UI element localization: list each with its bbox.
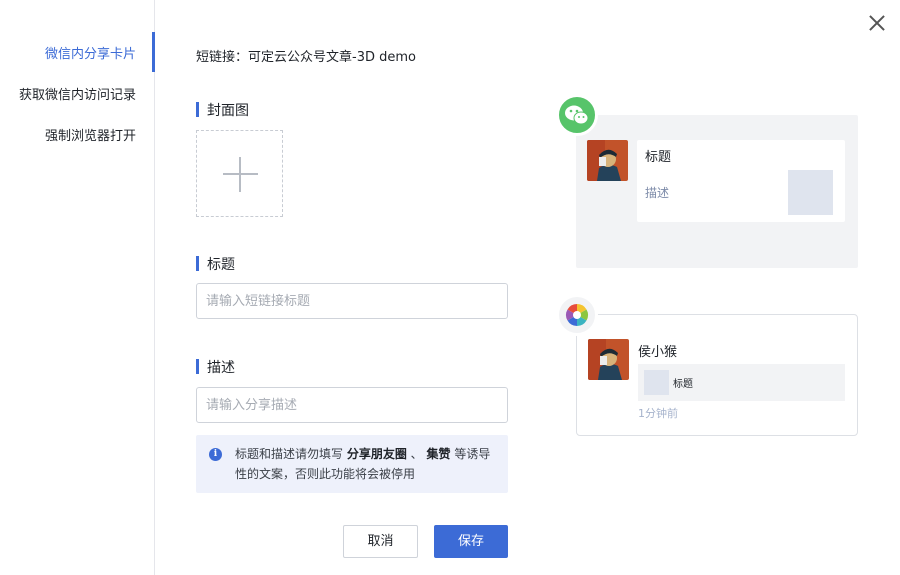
sidebar-item-share-card[interactable]: 微信内分享卡片	[45, 43, 136, 62]
title-section-title: 标题	[196, 254, 235, 274]
wechat-share-bubble: 标题 描述	[637, 140, 845, 222]
cover-upload-button[interactable]	[196, 130, 283, 217]
notice-text: 标题和描述请勿填写 分享朋友圈 、 集赞 等诱导性的文案，否则此功能将会被停用	[235, 444, 497, 484]
notice-box: i 标题和描述请勿填写 分享朋友圈 、 集赞 等诱导性的文案，否则此功能将会被停…	[196, 435, 508, 493]
sidebar-item-visit-records[interactable]: 获取微信内访问记录	[19, 84, 136, 103]
moments-post-time: 1分钟前	[638, 407, 678, 420]
wechat-card-title: 标题	[645, 150, 672, 165]
sidebar-active-indicator	[152, 32, 155, 72]
wechat-card-desc: 描述	[645, 186, 670, 200]
notice-prefix: 标题和描述请勿填写	[235, 447, 347, 461]
plus-icon-vertical	[239, 157, 241, 192]
desc-input[interactable]	[196, 387, 508, 423]
short-link-title: 短链接：可定云公众号文章-3D demo	[196, 50, 416, 65]
wechat-card-thumbnail	[788, 170, 833, 215]
close-icon[interactable]	[866, 12, 888, 34]
moments-link-title: 标题	[673, 379, 693, 390]
moments-icon	[556, 294, 598, 336]
notice-keyword-likes: 集赞	[426, 447, 451, 461]
save-button[interactable]: 保存	[434, 525, 508, 558]
moments-avatar	[588, 339, 629, 380]
cover-section-title: 封面图	[196, 100, 249, 120]
notice-keyword-moments: 分享朋友圈	[346, 447, 407, 461]
title-input[interactable]	[196, 283, 508, 319]
moments-user-name: 侯小猴	[638, 345, 678, 360]
notice-separator: 、	[406, 447, 427, 461]
avatar	[587, 140, 628, 181]
moments-link-thumbnail	[644, 370, 669, 395]
sidebar-item-force-browser[interactable]: 强制浏览器打开	[45, 125, 136, 144]
info-icon: i	[209, 448, 222, 461]
sidebar: 微信内分享卡片 获取微信内访问记录 强制浏览器打开	[0, 0, 155, 575]
cancel-button[interactable]: 取消	[343, 525, 418, 558]
wechat-icon	[556, 94, 598, 136]
moments-link-box: 标题	[638, 364, 845, 401]
desc-section-title: 描述	[196, 357, 235, 377]
